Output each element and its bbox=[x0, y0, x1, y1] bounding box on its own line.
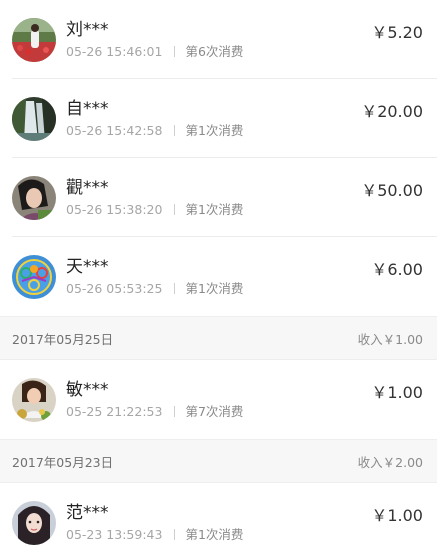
customer-name: 觀*** bbox=[66, 177, 109, 198]
customer-name: 范*** bbox=[66, 502, 109, 523]
group-income: 收入￥2.00 bbox=[357, 454, 423, 470]
list-item[interactable]: 天*** 05-26 05:53:25 第1次消费 ￥6.00 bbox=[0, 237, 437, 316]
purchase-count: 第1次消费 bbox=[185, 122, 244, 138]
emblem-avatar bbox=[12, 254, 56, 299]
amount: ￥1.00 bbox=[371, 383, 423, 402]
transaction-list: 刘*** 05-26 15:46:01 第6次消费 ￥5.20 自*** 05-2… bbox=[0, 0, 437, 557]
list-item[interactable]: 刘*** 05-26 15:46:01 第6次消费 ￥5.20 bbox=[0, 0, 437, 79]
list-item[interactable]: 敏*** 05-25 21:22:53 第7次消费 ￥1.00 bbox=[0, 360, 437, 439]
purchase-count: 第1次消费 bbox=[185, 526, 244, 542]
woman-portrait-avatar bbox=[12, 175, 56, 220]
transaction-time: 05-26 05:53:25 bbox=[66, 280, 163, 296]
transaction-time: 05-23 13:59:43 bbox=[66, 526, 163, 542]
transaction-time: 05-26 15:42:58 bbox=[66, 122, 163, 138]
group-date: 2017年05月23日 bbox=[12, 454, 114, 470]
transaction-time: 05-26 15:38:20 bbox=[66, 201, 163, 217]
purchase-count: 第7次消费 bbox=[185, 403, 244, 419]
purchase-count: 第1次消费 bbox=[185, 201, 244, 217]
list-item[interactable]: 觀*** 05-26 15:38:20 第1次消费 ￥50.00 bbox=[0, 158, 437, 237]
customer-name: 天*** bbox=[66, 256, 109, 277]
transaction-time: 05-25 21:22:53 bbox=[66, 403, 163, 419]
divider bbox=[174, 405, 176, 417]
date-group-header: 2017年05月23日 收入￥2.00 bbox=[0, 439, 437, 483]
purchase-count: 第6次消费 bbox=[185, 43, 244, 59]
divider bbox=[174, 528, 176, 540]
group-date: 2017年05月25日 bbox=[12, 331, 114, 347]
divider bbox=[174, 45, 176, 57]
customer-name: 自*** bbox=[66, 98, 109, 119]
divider bbox=[174, 124, 176, 136]
customer-name: 敏*** bbox=[66, 379, 109, 400]
girl-portrait-avatar bbox=[12, 500, 56, 545]
list-item[interactable]: 自*** 05-26 15:42:58 第1次消费 ￥20.00 bbox=[0, 79, 437, 158]
waterfall-avatar bbox=[12, 96, 56, 141]
amount: ￥50.00 bbox=[361, 181, 423, 200]
date-group-header: 2017年05月25日 收入￥1.00 bbox=[0, 316, 437, 360]
purchase-count: 第1次消费 bbox=[185, 280, 244, 296]
amount: ￥20.00 bbox=[361, 102, 423, 121]
woman-flowers-avatar bbox=[12, 377, 56, 422]
group-income: 收入￥1.00 bbox=[357, 331, 423, 347]
amount: ￥6.00 bbox=[371, 260, 423, 279]
divider bbox=[174, 282, 176, 294]
amount: ￥1.00 bbox=[371, 506, 423, 525]
transaction-time: 05-26 15:46:01 bbox=[66, 43, 163, 59]
list-item[interactable]: 范*** 05-23 13:59:43 第1次消费 ￥1.00 bbox=[0, 483, 437, 557]
flower-field-avatar bbox=[12, 17, 56, 62]
amount: ￥5.20 bbox=[371, 23, 423, 42]
customer-name: 刘*** bbox=[66, 19, 109, 40]
divider bbox=[174, 203, 176, 215]
